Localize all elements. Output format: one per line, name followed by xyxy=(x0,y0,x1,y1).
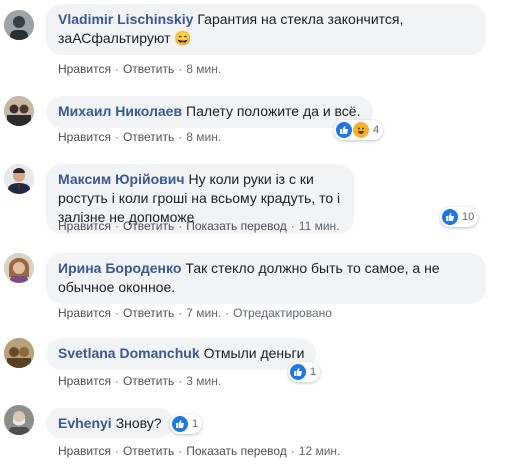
haha-icon xyxy=(353,122,369,138)
comment-bubble: Vladimir Lischinskiy Гарантия на стекла з… xyxy=(46,4,486,55)
comment-bubble: Ирина Бороденко Так стекло должно быть то… xyxy=(46,253,486,304)
comment-actions: Нравится · Ответить · Показать перевод · 11 ми… xyxy=(58,219,340,233)
reply-link[interactable]: Ответить xyxy=(123,62,174,76)
avatar[interactable] xyxy=(4,253,34,283)
like-link[interactable]: Нравится xyxy=(58,130,111,144)
like-link[interactable]: Нравится xyxy=(58,374,111,388)
comment-time[interactable]: 3 мин. xyxy=(186,374,221,388)
comment-author[interactable]: Vladimir Lischinskiy xyxy=(58,11,193,27)
edited-label: Отредактировано xyxy=(233,306,332,320)
like-icon xyxy=(290,364,306,380)
like-icon xyxy=(336,122,352,138)
comment-text: Отмыли деньги xyxy=(203,345,305,361)
comment-author[interactable]: Evhenyi xyxy=(58,415,112,431)
reactions-badge[interactable]: 4 xyxy=(334,120,384,140)
comment-author[interactable]: Ирина Бороденко xyxy=(58,260,181,276)
comment-bubble: Svetlana Domanchuk Отмыли деньги xyxy=(46,338,317,370)
reply-link[interactable]: Ответить xyxy=(123,374,174,388)
avatar[interactable] xyxy=(4,10,34,40)
avatar[interactable] xyxy=(4,405,34,435)
comment-actions: Нравится · Ответить · 3 мин. xyxy=(58,374,222,388)
reaction-count: 1 xyxy=(192,418,199,430)
reactions-badge[interactable]: 1 xyxy=(170,414,203,434)
comment-bubble: Evhenyi Знову? xyxy=(46,408,174,438)
comment-time[interactable]: 8 мин. xyxy=(186,130,221,144)
reactions-badge[interactable]: 1 xyxy=(288,362,321,382)
comment-time[interactable]: 11 мин. xyxy=(299,219,340,233)
comment-time[interactable]: 7 мин. xyxy=(186,306,221,320)
like-icon xyxy=(172,416,188,432)
comment-author[interactable]: Максим Юрійович xyxy=(58,171,184,187)
like-link[interactable]: Нравится xyxy=(58,306,111,320)
like-link[interactable]: Нравится xyxy=(58,219,111,233)
like-icon xyxy=(442,209,458,225)
reply-link[interactable]: Ответить xyxy=(123,444,174,458)
reaction-count: 4 xyxy=(373,124,380,136)
comment-bubble: Михаил Николаев Палету положите да и всё. xyxy=(46,96,373,128)
translate-link[interactable]: Показать перевод xyxy=(186,219,287,233)
reactions-badge[interactable]: 10 xyxy=(440,207,479,227)
comment-actions: Нравится · Ответить · 8 мин. xyxy=(58,130,222,144)
reply-link[interactable]: Ответить xyxy=(123,306,174,320)
reply-link[interactable]: Ответить xyxy=(123,219,174,233)
comment-time[interactable]: 12 мин. xyxy=(299,444,341,458)
avatar[interactable] xyxy=(4,338,34,368)
avatar[interactable] xyxy=(4,164,34,194)
translate-link[interactable]: Показать перевод xyxy=(186,444,287,458)
comment-text: Знову? xyxy=(115,415,162,431)
comment-time[interactable]: 8 мин. xyxy=(186,62,221,76)
comment-author[interactable]: Svetlana Domanchuk xyxy=(58,345,200,361)
comment-text: Палету положите да и всё. xyxy=(186,103,361,119)
like-link[interactable]: Нравится xyxy=(58,444,111,458)
comment-actions: Нравится · Ответить · 7 мин. · Отредактировано xyxy=(58,306,332,320)
comment-actions: Нравится · Ответить · Показать перевод · 12 ми… xyxy=(58,444,341,458)
comment-author[interactable]: Михаил Николаев xyxy=(58,103,182,119)
reaction-count: 10 xyxy=(462,211,475,223)
like-link[interactable]: Нравится xyxy=(58,62,111,76)
comment-actions: Нравится · Ответить · 8 мин. xyxy=(58,62,222,76)
reply-link[interactable]: Ответить xyxy=(123,130,174,144)
avatar[interactable] xyxy=(4,96,34,126)
reaction-count: 1 xyxy=(310,366,317,378)
